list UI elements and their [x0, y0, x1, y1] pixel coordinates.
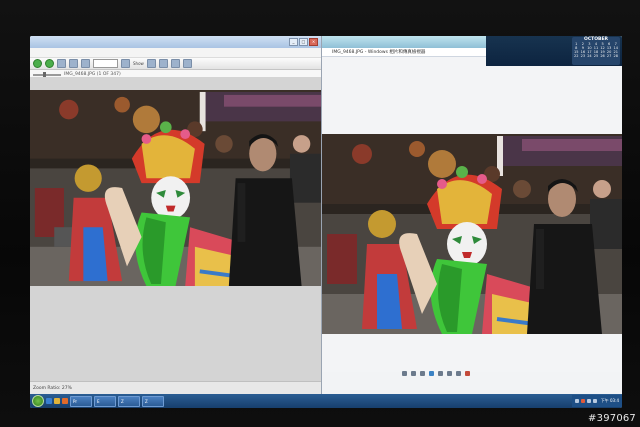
start-orb-icon[interactable] — [32, 395, 44, 407]
tray-icon[interactable] — [586, 399, 591, 403]
festival-performer-photo-duplicate — [322, 134, 622, 334]
zoom-in-icon[interactable] — [57, 59, 66, 68]
photo-viewer-caption: IMG_9468.JPG - Windows 相片和傳真檢視器 — [332, 50, 426, 55]
calendar-grid: 1 2 3 4 5 6 7 8 9 10 11 12 13 14 15 16 1… — [572, 42, 620, 58]
left-photo — [30, 90, 321, 286]
previous-icon[interactable] — [420, 371, 425, 376]
media-icon[interactable] — [62, 398, 68, 404]
maximize-button[interactable]: □ — [299, 38, 308, 46]
zoom-select[interactable] — [93, 59, 118, 68]
thumbnail-size-slider[interactable] — [33, 71, 61, 78]
browser-icon[interactable] — [46, 398, 52, 404]
show-label[interactable]: Show — [133, 61, 144, 66]
right-photo — [322, 134, 622, 334]
folder-icon[interactable] — [54, 398, 60, 404]
close-button[interactable]: × — [309, 38, 318, 46]
taskbar-item[interactable]: Z — [118, 395, 140, 407]
festival-performer-photo — [30, 90, 321, 286]
system-tray: 下午 03:4 — [571, 395, 622, 407]
rotate-icon[interactable] — [81, 59, 90, 68]
left-menubar — [30, 48, 321, 58]
taskbar: Pr E Z Z 下午 03:4 — [30, 394, 622, 408]
calendar-day: 28 — [613, 54, 618, 58]
zoom-out-icon[interactable] — [69, 59, 78, 68]
slideshow-icon[interactable] — [429, 371, 434, 376]
zoom-icon[interactable] — [411, 371, 416, 376]
left-image-viewer-window: _ □ × Show IMG_9468.JPG (1 OF 347) Zoom … — [30, 36, 322, 394]
minimize-button[interactable]: _ — [289, 38, 298, 46]
volume-icon[interactable] — [592, 399, 597, 403]
tray-icon[interactable] — [580, 399, 585, 403]
left-window-titlebar[interactable]: _ □ × — [30, 36, 321, 48]
tray-icon[interactable] — [574, 399, 579, 403]
viewer-toolbar — [402, 371, 470, 376]
next-icon[interactable] — [438, 371, 443, 376]
info-icon[interactable] — [182, 59, 192, 68]
taskbar-clock[interactable]: 下午 03:4 — [601, 398, 619, 404]
rotate-right-icon[interactable] — [456, 371, 461, 376]
left-statusbar: Zoom Ratio: 27% — [30, 381, 321, 394]
rotate-left-icon[interactable] — [447, 371, 452, 376]
taskbar-item[interactable]: Z — [142, 395, 164, 407]
calendar-gadget[interactable]: OCTOBER 1 2 3 4 5 6 7 8 9 10 11 12 13 14… — [572, 37, 620, 65]
calendar-day: 27 — [606, 54, 612, 58]
left-toolbar: Show — [30, 58, 321, 70]
layout-icon[interactable] — [146, 59, 156, 68]
zoom-ratio-text: Zoom Ratio: 27% — [33, 385, 72, 391]
gallery-icon[interactable] — [402, 371, 407, 376]
grid-icon[interactable] — [158, 59, 168, 68]
delete-icon[interactable] — [465, 371, 470, 376]
desktop-gadget-area: OCTOBER 1 2 3 4 5 6 7 8 9 10 11 12 13 14… — [486, 36, 622, 66]
taskbar-item[interactable]: E — [94, 395, 116, 407]
list-icon[interactable] — [170, 59, 180, 68]
taskbar-item[interactable]: Pr — [70, 395, 92, 407]
forward-arrow-icon[interactable] — [45, 59, 54, 68]
fit-icon[interactable] — [121, 59, 130, 68]
watermark-text: #397067 — [588, 413, 636, 424]
calendar-day: 23 — [580, 54, 586, 58]
monitor-screen: _ □ × Show IMG_9468.JPG (1 OF 347) Zoom … — [30, 36, 622, 408]
right-photo-viewer-window: IMG_9468.JPG - Windows 相片和傳真檢視器 — [322, 36, 622, 394]
calendar-day: 25 — [593, 54, 599, 58]
back-arrow-icon[interactable] — [33, 59, 42, 68]
